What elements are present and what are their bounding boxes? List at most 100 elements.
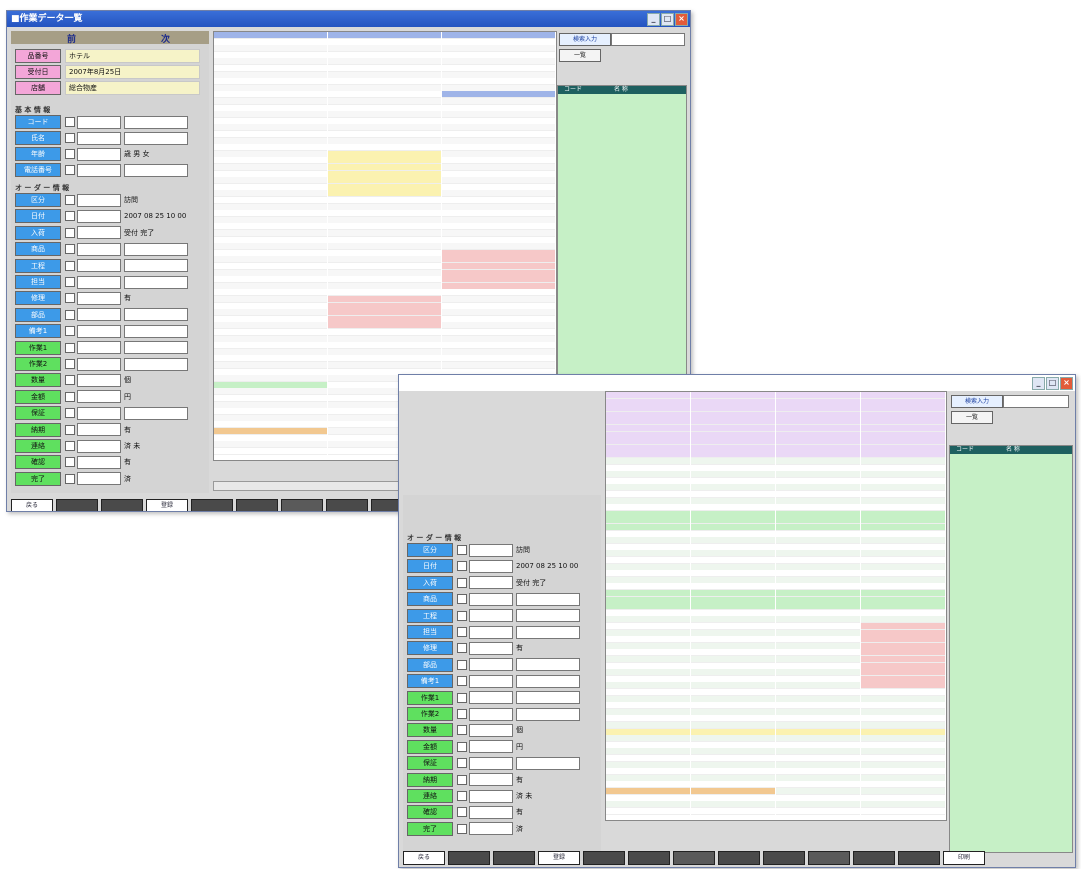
order2-label[interactable]: 備考1	[407, 674, 453, 689]
checkbox[interactable]	[457, 741, 467, 752]
order2-input[interactable]	[469, 592, 513, 606]
order2-input-2[interactable]	[516, 609, 580, 623]
prev-button[interactable]: 前	[67, 32, 76, 45]
checkbox[interactable]	[65, 293, 75, 304]
order2-input[interactable]	[469, 773, 513, 787]
basic-label[interactable]: コード	[15, 115, 61, 129]
checkbox[interactable]	[65, 165, 75, 175]
order-input[interactable]	[77, 259, 121, 273]
order-input[interactable]	[77, 406, 121, 420]
order2-input-2[interactable]	[516, 691, 580, 705]
order-label[interactable]: 区分	[15, 193, 61, 207]
checkbox[interactable]	[457, 692, 467, 703]
checkbox[interactable]	[65, 117, 75, 127]
order2-input-2[interactable]	[516, 756, 580, 770]
order2-input-2[interactable]	[516, 674, 580, 688]
checkbox[interactable]	[457, 643, 467, 654]
checkbox[interactable]	[457, 774, 467, 785]
order2-input[interactable]	[469, 559, 513, 573]
order-input[interactable]	[77, 291, 121, 305]
order2-input[interactable]	[469, 789, 513, 803]
checkbox[interactable]	[457, 577, 467, 588]
order-input[interactable]	[77, 308, 121, 322]
order2-input[interactable]	[469, 674, 513, 688]
toolbar-button-6[interactable]	[673, 851, 715, 865]
order-label[interactable]: 確認	[15, 455, 61, 470]
result-list-2[interactable]: コード 名 称	[949, 445, 1073, 853]
order2-input[interactable]	[469, 543, 513, 557]
info-label[interactable]: 品番号	[15, 49, 61, 63]
order-input-2[interactable]	[124, 275, 188, 289]
basic-label[interactable]: 電話番号	[15, 163, 61, 177]
order-label[interactable]: 保証	[15, 406, 61, 421]
order-label[interactable]: 連絡	[15, 439, 61, 453]
checkbox[interactable]	[65, 424, 75, 435]
grid-cell[interactable]	[776, 807, 860, 815]
checkbox[interactable]	[457, 791, 467, 801]
basic-input-2[interactable]	[124, 131, 188, 145]
order2-label[interactable]: 作業2	[407, 707, 453, 721]
basic-label[interactable]: 氏名	[15, 131, 61, 145]
toolbar-button-8[interactable]	[763, 851, 805, 865]
toolbar-button-5[interactable]	[628, 851, 670, 865]
search-input[interactable]	[611, 33, 685, 46]
order2-input[interactable]	[469, 822, 513, 836]
order2-input-2[interactable]	[516, 592, 580, 606]
checkbox[interactable]	[65, 441, 75, 451]
toolbar-button-5[interactable]	[236, 499, 278, 511]
order2-input[interactable]	[469, 723, 513, 737]
list-button[interactable]: 一覧	[559, 49, 601, 62]
minimize-icon[interactable]: _	[1032, 377, 1045, 390]
order-input[interactable]	[77, 373, 121, 387]
basic-input[interactable]	[77, 115, 121, 129]
order-input-2[interactable]	[124, 259, 188, 273]
order-label[interactable]: 商品	[15, 242, 61, 257]
window-titlebar[interactable]: ■作業データ一覧 _ □ ×	[7, 11, 690, 27]
order2-input[interactable]	[469, 658, 513, 672]
checkbox[interactable]	[457, 659, 467, 670]
maximize-icon[interactable]: □	[661, 13, 674, 26]
checkbox[interactable]	[65, 473, 75, 484]
order2-label[interactable]: 金額	[407, 739, 453, 754]
order2-input-2[interactable]	[516, 658, 580, 672]
order-label[interactable]: 部品	[15, 307, 61, 322]
order-input-2[interactable]	[124, 324, 188, 338]
order-input[interactable]	[77, 472, 121, 486]
order-input[interactable]	[77, 324, 121, 338]
order-input-2[interactable]	[124, 308, 188, 322]
toolbar-button-7[interactable]	[326, 499, 368, 511]
basic-input[interactable]	[77, 131, 121, 145]
order2-label[interactable]: 日付	[407, 559, 453, 574]
order2-input[interactable]	[469, 609, 513, 623]
order-input-2[interactable]	[124, 406, 188, 420]
basic-input-2[interactable]	[124, 115, 188, 129]
order2-input[interactable]	[469, 576, 513, 590]
order2-label[interactable]: 修理	[407, 641, 453, 656]
toolbar-button-0[interactable]: 戻る	[403, 851, 445, 865]
order2-label[interactable]: 数量	[407, 723, 453, 738]
toolbar-button-3[interactable]: 登録	[146, 499, 188, 511]
order-input-2[interactable]	[124, 242, 188, 256]
order2-label[interactable]: 納期	[407, 772, 453, 787]
checkbox[interactable]	[457, 725, 467, 736]
next-button[interactable]: 次	[161, 32, 170, 45]
grid-cell[interactable]	[861, 807, 945, 815]
toolbar-button-2[interactable]	[493, 851, 535, 865]
checkbox[interactable]	[65, 457, 75, 468]
basic-input[interactable]	[77, 163, 121, 177]
order2-label[interactable]: 連絡	[407, 789, 453, 803]
order-label[interactable]: 完了	[15, 471, 61, 486]
order2-label[interactable]: 担当	[407, 625, 453, 639]
order-input[interactable]	[77, 341, 121, 355]
checkbox[interactable]	[457, 709, 467, 719]
checkbox[interactable]	[65, 277, 75, 287]
window2-titlebar[interactable]: _ □ ×	[399, 375, 1075, 391]
search-input-2[interactable]	[1003, 395, 1069, 408]
order-label[interactable]: 担当	[15, 275, 61, 289]
basic-input-2[interactable]	[124, 163, 188, 177]
order-label[interactable]: 数量	[15, 373, 61, 388]
toolbar-button-4[interactable]	[583, 851, 625, 865]
checkbox[interactable]	[65, 408, 75, 419]
close-icon[interactable]: ×	[1060, 377, 1073, 390]
toolbar-button-12[interactable]: 印刷	[943, 851, 985, 865]
